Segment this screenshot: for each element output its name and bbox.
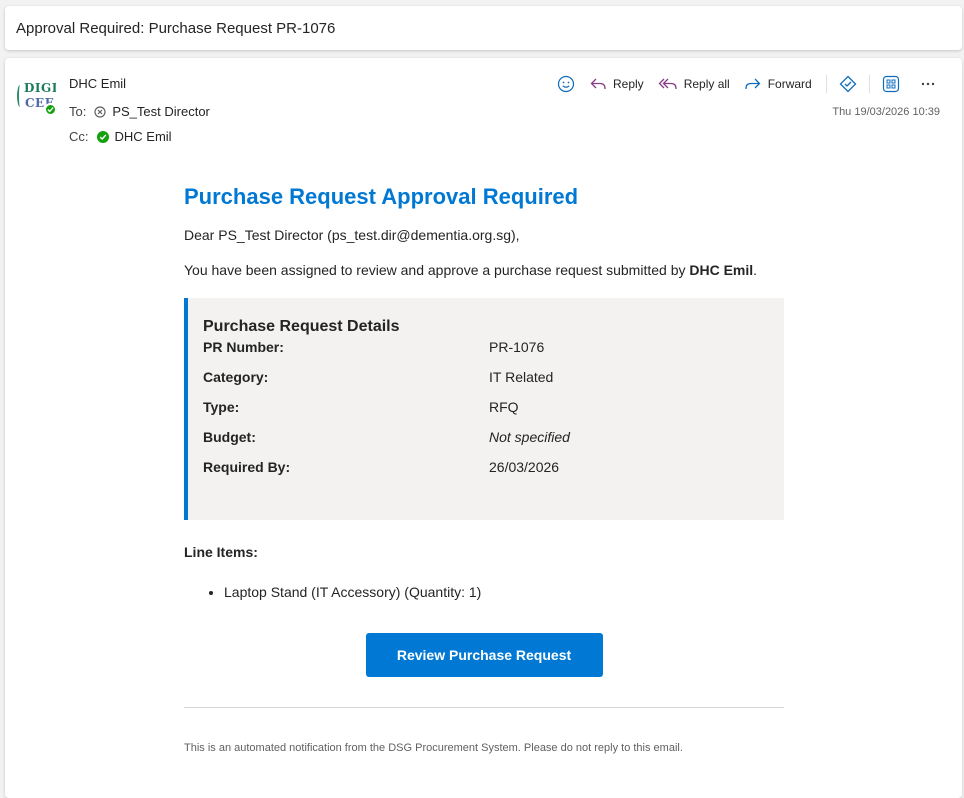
loop-button[interactable] [839, 72, 857, 96]
submitter-name: DHC Emil [689, 262, 754, 278]
detail-key-type: Type: [203, 399, 240, 415]
logo-swoosh [17, 85, 23, 107]
cc-label: Cc: [69, 129, 89, 144]
apps-icon [882, 75, 899, 93]
to-recipient[interactable]: PS_Test Director [112, 104, 210, 119]
message-toolbar: Reply Reply all Forward [557, 72, 936, 96]
detail-value-required-by: 26/03/2026 [489, 459, 560, 475]
footer-divider [184, 707, 784, 708]
detail-row: Type: RFQ [203, 398, 784, 416]
reply-all-icon [658, 78, 677, 89]
detail-value-budget: Not specified [489, 429, 570, 445]
reply-label: Reply [613, 77, 644, 91]
emoji-button[interactable] [557, 72, 575, 96]
review-purchase-request-button[interactable]: Review Purchase Request [365, 633, 603, 677]
detail-value-category: IT Related [489, 369, 554, 385]
cc-recipient[interactable]: DHC Emil [115, 129, 172, 144]
presence-unknown-icon [94, 105, 106, 118]
forward-label: Forward [767, 77, 812, 91]
to-line: To: PS_Test Director [69, 104, 210, 119]
sender-avatar[interactable]: DIGI CEF [16, 77, 57, 117]
reply-button[interactable]: Reply [589, 72, 644, 96]
toolbar-divider [868, 75, 870, 93]
detail-key-budget: Budget: [203, 429, 256, 445]
logo-text-line-1: DIGI [24, 81, 56, 95]
detail-key-category: Category: [203, 369, 269, 385]
details-title: Purchase Request Details [203, 318, 400, 335]
greeting: Dear PS_Test Director (ps_test.dir@demen… [184, 227, 520, 243]
detail-key-required-by: Required By: [203, 459, 291, 475]
intro-end: . [753, 262, 758, 278]
email-reading-pane: DIGI CEF DHC Emil To: PS_Test Director C… [5, 58, 962, 798]
email-heading: Purchase Request Approval Required [184, 184, 579, 209]
more-actions-button[interactable] [920, 72, 936, 96]
sender-name[interactable]: DHC Emil [69, 76, 126, 91]
emoji-icon [557, 75, 575, 93]
detail-row: Required By: 26/03/2026 [203, 458, 784, 476]
button-container: Review Purchase Request [184, 633, 784, 677]
reply-all-label: Reply all [683, 77, 730, 91]
more-icon [921, 82, 934, 86]
footer-note: This is an automated notification from t… [184, 742, 683, 754]
forward-button[interactable]: Forward [744, 72, 812, 96]
detail-row: PR Number: PR-1076 [203, 338, 784, 356]
intro-text: You have been assigned to review and app… [184, 262, 690, 278]
presence-available-icon [44, 103, 57, 116]
forward-icon [745, 78, 761, 89]
sent-date: Thu 19/03/2026 10:39 [832, 106, 940, 118]
line-items-list: Laptop Stand (IT Accessory) (Quantity: 1… [184, 583, 784, 601]
reply-icon [590, 78, 606, 89]
detail-value-type: RFQ [489, 399, 519, 415]
details-panel: Purchase Request Details PR Number: PR-1… [184, 298, 784, 520]
line-items-title: Line Items: [184, 544, 258, 560]
detail-row: Budget: Not specified [203, 428, 784, 446]
detail-value-pr-number: PR-1076 [489, 339, 545, 355]
detail-row: Category: IT Related [203, 368, 784, 386]
reply-all-button[interactable]: Reply all [658, 72, 730, 96]
email-body: Purchase Request Approval Required Dear … [184, 182, 784, 755]
list-item: Laptop Stand (IT Accessory) (Quantity: 1… [224, 583, 784, 601]
toolbar-divider [825, 75, 827, 93]
to-label: To: [69, 104, 87, 119]
detail-key-pr-number: PR Number: [203, 339, 284, 355]
intro-paragraph: You have been assigned to review and app… [184, 260, 764, 280]
presence-available-icon [96, 130, 109, 143]
apps-button[interactable] [882, 72, 900, 96]
cc-line: Cc: DHC Emil [69, 129, 172, 144]
loop-icon [839, 75, 857, 93]
email-subject: Approval Required: Purchase Request PR-1… [5, 6, 962, 50]
